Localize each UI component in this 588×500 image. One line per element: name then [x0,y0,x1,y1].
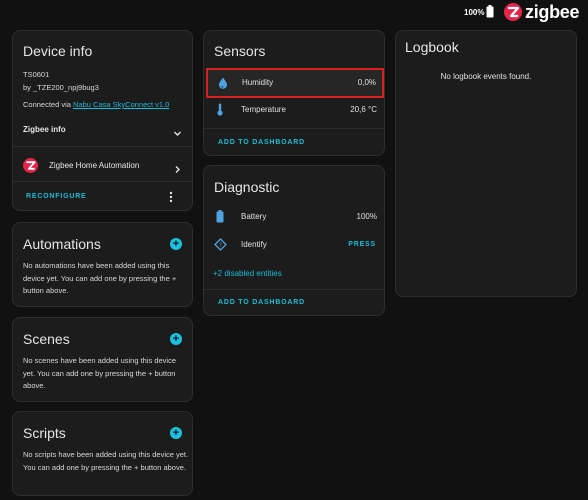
reconfigure-button[interactable]: RECONFIGURE [26,193,87,200]
device-model: TS0601 [23,70,50,79]
identify-press-button[interactable]: PRESS [348,241,376,248]
diagnostic-row-battery[interactable]: Battery 100% [204,206,384,228]
automations-card: Automations + No automations have been a… [12,222,193,307]
sensor-label: Temperature [241,105,286,114]
diagnostic-add-to-dashboard-button[interactable]: ADD TO DASHBOARD [218,299,305,306]
sensor-row-temperature[interactable]: Temperature 20,6 °C [204,99,384,121]
device-info-title: Device info [23,43,93,59]
add-scene-button[interactable]: + [170,333,182,345]
battery-icon [486,5,494,23]
chevron-right-icon [173,161,182,179]
sensors-add-to-dashboard-button[interactable]: ADD TO DASHBOARD [218,139,305,146]
chevron-down-icon [173,125,182,143]
scenes-empty-text: No scenes have been added using this dev… [23,356,177,390]
integration-row[interactable]: Zigbee Home Automation [13,155,192,179]
brand-name: zigbee [525,2,580,22]
scripts-empty-text: No scripts have been added using this de… [23,450,189,472]
top-bar: 100% zigbee [0,0,588,26]
add-script-button[interactable]: + [170,427,182,439]
diagnostic-card: Diagnostic Battery 100% ? Identify PRESS… [203,165,385,316]
diagnostic-label: Battery [241,212,267,221]
automations-empty-text: No automations have been added using thi… [23,261,177,295]
zigbee-info-expander[interactable]: Zigbee info [13,119,192,143]
device-info-card: Device info TS0601 by _TZE200_npj9bug3 C… [12,30,193,211]
connected-via-label: Connected via [23,100,74,109]
svg-text:?: ? [219,242,222,249]
sensor-label: Humidity [242,78,274,87]
sensor-value: 20,6 °C [350,105,377,114]
diagnostic-row-identify: ? Identify PRESS [204,234,384,256]
sensor-row-humidity[interactable]: Humidity 0,0% [206,68,384,98]
disabled-entities-link[interactable]: +2 disabled entities [213,269,282,278]
divider [204,289,384,290]
thermometer-icon [216,103,224,121]
water-drop-icon [218,76,228,94]
logbook-card: Logbook No logbook events found. [395,30,577,297]
more-options-icon[interactable] [167,190,175,208]
divider [204,128,384,129]
sensor-value: 0,0% [357,78,376,87]
sensors-title: Sensors [214,43,266,59]
connected-via: Connected via Nabu Casa SkyConnect v1.0 [23,99,169,112]
logbook-title: Logbook [405,39,459,55]
zigbee-info-label: Zigbee info [23,125,66,134]
integration-label: Zigbee Home Automation [49,161,140,170]
divider [13,181,192,182]
diagnostic-label: Identify [241,240,267,249]
battery-icon [216,210,224,228]
identify-icon: ? [214,238,227,256]
coordinator-link[interactable]: Nabu Casa SkyConnect v1.0 [73,100,169,109]
zigbee-integration-icon [23,158,38,178]
battery-percentage: 100% [464,8,485,17]
divider [13,146,192,147]
device-manufacturer: by _TZE200_npj9bug3 [23,83,99,92]
scenes-title: Scenes [23,331,70,347]
add-automation-button[interactable]: + [170,238,182,250]
logbook-empty-text: No logbook events found. [440,72,532,81]
scripts-title: Scripts [23,425,66,441]
zigbee-logo-icon [504,3,522,26]
scripts-card: Scripts + No scripts have been added usi… [12,411,193,496]
scenes-card: Scenes + No scenes have been added using… [12,317,193,402]
automations-title: Automations [23,236,101,252]
diagnostic-value: 100% [356,212,377,221]
diagnostic-title: Diagnostic [214,179,280,195]
sensors-card: Sensors Humidity 0,0% Temperature 20,6 °… [203,30,385,156]
